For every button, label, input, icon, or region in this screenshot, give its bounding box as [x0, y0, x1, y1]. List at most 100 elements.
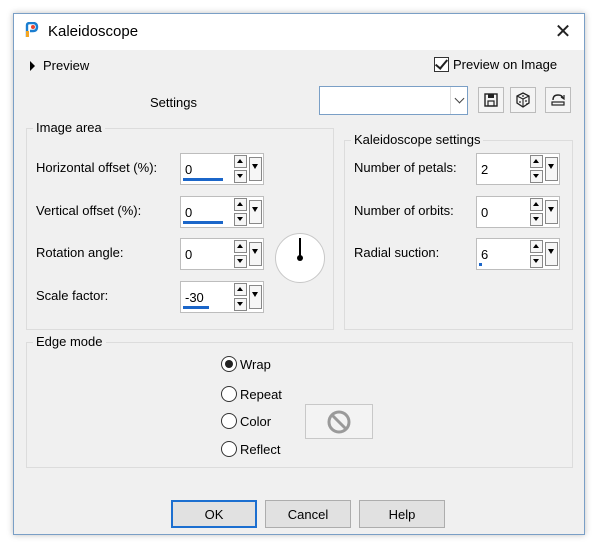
- scale-factor-spinbox[interactable]: -30: [180, 281, 264, 313]
- decrement-button[interactable]: [530, 170, 543, 183]
- decrement-button[interactable]: [234, 255, 247, 268]
- rotation-angle-value[interactable]: 0: [185, 247, 192, 262]
- value-dropdown-button[interactable]: [545, 200, 558, 224]
- settings-label: Settings: [150, 95, 197, 110]
- edge-mode-wrap-radio[interactable]: Wrap: [221, 356, 271, 372]
- decrement-button[interactable]: [234, 213, 247, 226]
- vertical-offset-label: Vertical offset (%):: [36, 203, 142, 218]
- window-title: Kaleidoscope: [48, 23, 139, 40]
- horizontal-offset-value[interactable]: 0: [185, 162, 192, 177]
- kaleidoscope-settings-title: Kaleidoscope settings: [351, 132, 484, 147]
- arrow-up-icon: [237, 202, 243, 206]
- increment-button[interactable]: [234, 283, 247, 296]
- increment-button[interactable]: [234, 240, 247, 253]
- vertical-offset-value[interactable]: 0: [185, 205, 192, 220]
- no-color-icon: [327, 410, 351, 433]
- image-area-title: Image area: [33, 120, 105, 135]
- radio-selected-dot: [225, 360, 233, 368]
- number-of-petals-label: Number of petals:: [354, 160, 457, 175]
- scale-factor-value[interactable]: -30: [185, 290, 204, 305]
- radio-button[interactable]: [221, 356, 237, 372]
- value-dropdown-button[interactable]: [545, 242, 558, 266]
- increment-button[interactable]: [234, 198, 247, 211]
- increment-button[interactable]: [530, 198, 543, 211]
- increment-button[interactable]: [530, 240, 543, 253]
- rotation-angle-spinbox[interactable]: 0: [180, 238, 264, 270]
- arrow-down-icon: [548, 249, 554, 254]
- number-of-petals-value[interactable]: 2: [481, 162, 488, 177]
- save-preset-icon: [484, 93, 498, 107]
- number-of-petals-spinbox[interactable]: 2: [476, 153, 560, 185]
- preset-combobox[interactable]: [319, 86, 468, 115]
- radial-suction-label: Radial suction:: [354, 245, 440, 260]
- cancel-button[interactable]: Cancel: [265, 500, 351, 528]
- arrow-down-icon: [252, 164, 258, 169]
- edge-color-swatch[interactable]: [305, 404, 373, 439]
- edge-mode-group: Edge mode: [26, 334, 573, 468]
- increment-button[interactable]: [234, 155, 247, 168]
- expand-triangle-icon: [30, 60, 35, 71]
- edge-mode-color-radio[interactable]: Color: [221, 413, 271, 429]
- decrement-button[interactable]: [530, 213, 543, 226]
- preview-on-image-checkbox[interactable]: Preview on Image: [434, 56, 558, 72]
- edge-mode-color-label: Color: [240, 413, 272, 429]
- preview-toggle[interactable]: Preview: [30, 58, 89, 73]
- radial-suction-value[interactable]: 6: [481, 247, 488, 262]
- focus-underline: [479, 263, 482, 266]
- combobox-dropdown-button[interactable]: [450, 87, 467, 114]
- focus-underline: [183, 178, 223, 181]
- number-of-orbits-label: Number of orbits:: [354, 203, 454, 218]
- reset-icon: [551, 94, 565, 106]
- edge-mode-wrap-label: Wrap: [240, 356, 271, 372]
- preview-label: Preview: [43, 58, 90, 73]
- value-dropdown-button[interactable]: [249, 242, 262, 266]
- randomize-button[interactable]: [510, 87, 536, 113]
- arrow-up-icon: [237, 244, 243, 248]
- edge-mode-title: Edge mode: [33, 334, 106, 349]
- horizontal-offset-spinbox[interactable]: 0: [180, 153, 264, 185]
- value-dropdown-button[interactable]: [249, 285, 262, 309]
- preview-on-image-label: Preview on Image: [453, 57, 558, 72]
- arrow-up-icon: [533, 202, 539, 206]
- kaleidoscope-dialog: Kaleidoscope ✕ Preview Preview on Image …: [13, 13, 585, 535]
- value-dropdown-button[interactable]: [249, 200, 262, 224]
- checkbox-box[interactable]: [434, 56, 449, 72]
- arrow-down-icon: [548, 207, 554, 212]
- radio-button[interactable]: [221, 441, 237, 457]
- decrement-button[interactable]: [234, 298, 247, 311]
- checkmark-icon: [434, 56, 449, 70]
- arrow-up-icon: [533, 244, 539, 248]
- chevron-down-icon: [454, 93, 464, 104]
- arrow-down-icon: [252, 207, 258, 212]
- save-preset-button[interactable]: [478, 87, 504, 113]
- help-button[interactable]: Help: [359, 500, 445, 528]
- decrement-button[interactable]: [234, 170, 247, 183]
- arrow-down-icon: [237, 259, 243, 263]
- radio-button[interactable]: [221, 413, 237, 429]
- scale-factor-label: Scale factor:: [36, 288, 109, 303]
- increment-button[interactable]: [530, 155, 543, 168]
- edge-mode-repeat-radio[interactable]: Repeat: [221, 386, 282, 402]
- number-of-orbits-value[interactable]: 0: [481, 205, 488, 220]
- close-icon[interactable]: ✕: [549, 20, 577, 44]
- arrow-up-icon: [533, 159, 539, 163]
- edge-mode-reflect-radio[interactable]: Reflect: [221, 441, 280, 457]
- vertical-offset-spinbox[interactable]: 0: [180, 196, 264, 228]
- ok-button[interactable]: OK: [171, 500, 257, 528]
- arrow-up-icon: [237, 159, 243, 163]
- reset-button[interactable]: [545, 87, 571, 113]
- edge-mode-reflect-label: Reflect: [240, 441, 281, 457]
- rotation-dial[interactable]: [275, 233, 325, 283]
- arrow-up-icon: [237, 287, 243, 291]
- value-dropdown-button[interactable]: [545, 157, 558, 181]
- arrow-down-icon: [533, 217, 539, 221]
- radial-suction-spinbox[interactable]: 6: [476, 238, 560, 270]
- decrement-button[interactable]: [530, 255, 543, 268]
- number-of-orbits-spinbox[interactable]: 0: [476, 196, 560, 228]
- arrow-down-icon: [533, 259, 539, 263]
- focus-underline: [183, 306, 209, 309]
- value-dropdown-button[interactable]: [249, 157, 262, 181]
- random-dice-icon: [516, 92, 530, 108]
- radio-button[interactable]: [221, 386, 237, 402]
- rotation-angle-label: Rotation angle:: [36, 245, 124, 260]
